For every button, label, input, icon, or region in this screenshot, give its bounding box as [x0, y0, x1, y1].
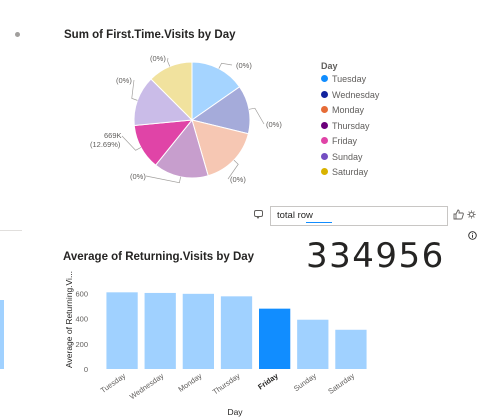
qa-input-value: total row — [277, 210, 313, 221]
pie-label-sunday: (0%) — [116, 76, 132, 85]
bar-saturday[interactable] — [335, 329, 367, 369]
bar-friday[interactable] — [259, 308, 291, 369]
legend-dot-tuesday — [321, 75, 328, 83]
x-tick-label-wednesday: Wednesday — [128, 371, 166, 401]
legend-item-thursday[interactable]: Thursday — [321, 120, 370, 132]
left-visual-border — [0, 230, 22, 231]
legend-dot-wednesday — [321, 90, 328, 98]
pie-label-thursday: (0%) — [130, 172, 146, 181]
x-tick-label-tuesday: Tuesday — [99, 371, 128, 395]
left-visual-bar — [0, 300, 4, 369]
legend-item-wednesday[interactable]: Wednesday — [321, 89, 379, 101]
bar-chart[interactable]: Average of Returning.Vi... 0 200 400 600 Tu… — [55, 264, 375, 418]
pie-label-friday-value: 669K — [104, 131, 122, 140]
legend-item-friday[interactable]: Friday — [321, 135, 357, 147]
pie-label-saturday: (0%) — [150, 54, 166, 63]
gear-icon[interactable] — [467, 210, 476, 219]
y-tick-label: 0 — [84, 365, 88, 374]
y-tick-label: 400 — [75, 315, 88, 324]
pie-leader-wednesday — [248, 107, 265, 125]
bar-tuesday[interactable] — [106, 292, 138, 369]
bar-sunday[interactable] — [297, 319, 329, 369]
legend-dot-monday — [321, 106, 328, 114]
x-tick-label-friday: Friday — [256, 371, 280, 392]
visual-handle-dot — [15, 32, 20, 37]
legend-dot-friday — [321, 137, 328, 145]
legend-label: Friday — [332, 136, 358, 146]
pie-label-tuesday: (0%) — [236, 61, 252, 70]
legend-label: Wednesday — [332, 89, 380, 100]
legend-label: Thursday — [332, 120, 370, 131]
qa-input-squiggle — [306, 222, 332, 223]
legend-item-saturday[interactable]: Saturday — [321, 166, 368, 178]
legend-item-sunday[interactable]: Sunday — [321, 151, 363, 163]
bar-chart-title: Average of Returning.Visits by Day — [63, 251, 255, 263]
legend-title: Day — [321, 61, 338, 71]
legend-item-monday[interactable]: Monday — [321, 104, 364, 116]
y-tick-label: 200 — [75, 340, 88, 349]
chat-bubble-icon[interactable] — [254, 210, 263, 219]
bar-thursday[interactable] — [220, 296, 253, 369]
pie-label-wednesday: (0%) — [266, 120, 282, 129]
legend-dot-saturday — [321, 168, 328, 176]
legend-item-tuesday[interactable]: Tuesday — [321, 73, 366, 85]
x-axis-title: Day — [227, 407, 243, 417]
pie-leader-saturday — [167, 57, 171, 67]
pie-leader-thursday — [145, 175, 181, 184]
y-axis-title: Average of Returning.Vi... — [64, 271, 74, 368]
x-tick-label-sunday: Sunday — [292, 371, 318, 393]
pie-leader-tuesday — [218, 62, 233, 69]
x-tick-label-monday: Monday — [176, 371, 203, 394]
legend-dot-sunday — [321, 152, 328, 160]
info-icon[interactable] — [468, 231, 477, 240]
pie-label-monday: (0%) — [230, 175, 246, 184]
pie-leader-sunday — [131, 79, 138, 101]
legend-label: Sunday — [332, 151, 363, 162]
y-tick-label: 600 — [75, 290, 88, 299]
bar-wednesday[interactable] — [144, 292, 176, 369]
pie-chart-title: Sum of First.Time.Visits by Day — [64, 29, 236, 41]
legend-label: Tuesday — [332, 74, 367, 84]
x-tick-label-saturday: Saturday — [326, 371, 356, 396]
legend-label: Saturday — [332, 167, 369, 177]
pie-chart[interactable]: (0%) (0%) (0%) (0%) 669K (12.69%) (0%) (… — [60, 48, 300, 198]
pie-label-friday-pct: (12.69%) — [90, 140, 121, 149]
qa-input[interactable]: total row — [270, 206, 448, 226]
legend-dot-thursday — [321, 121, 328, 129]
bar-monday[interactable] — [182, 293, 214, 369]
thumbs-icon[interactable] — [453, 209, 464, 220]
x-tick-label-thursday: Thursday — [211, 371, 242, 396]
legend-label: Monday — [332, 105, 365, 115]
